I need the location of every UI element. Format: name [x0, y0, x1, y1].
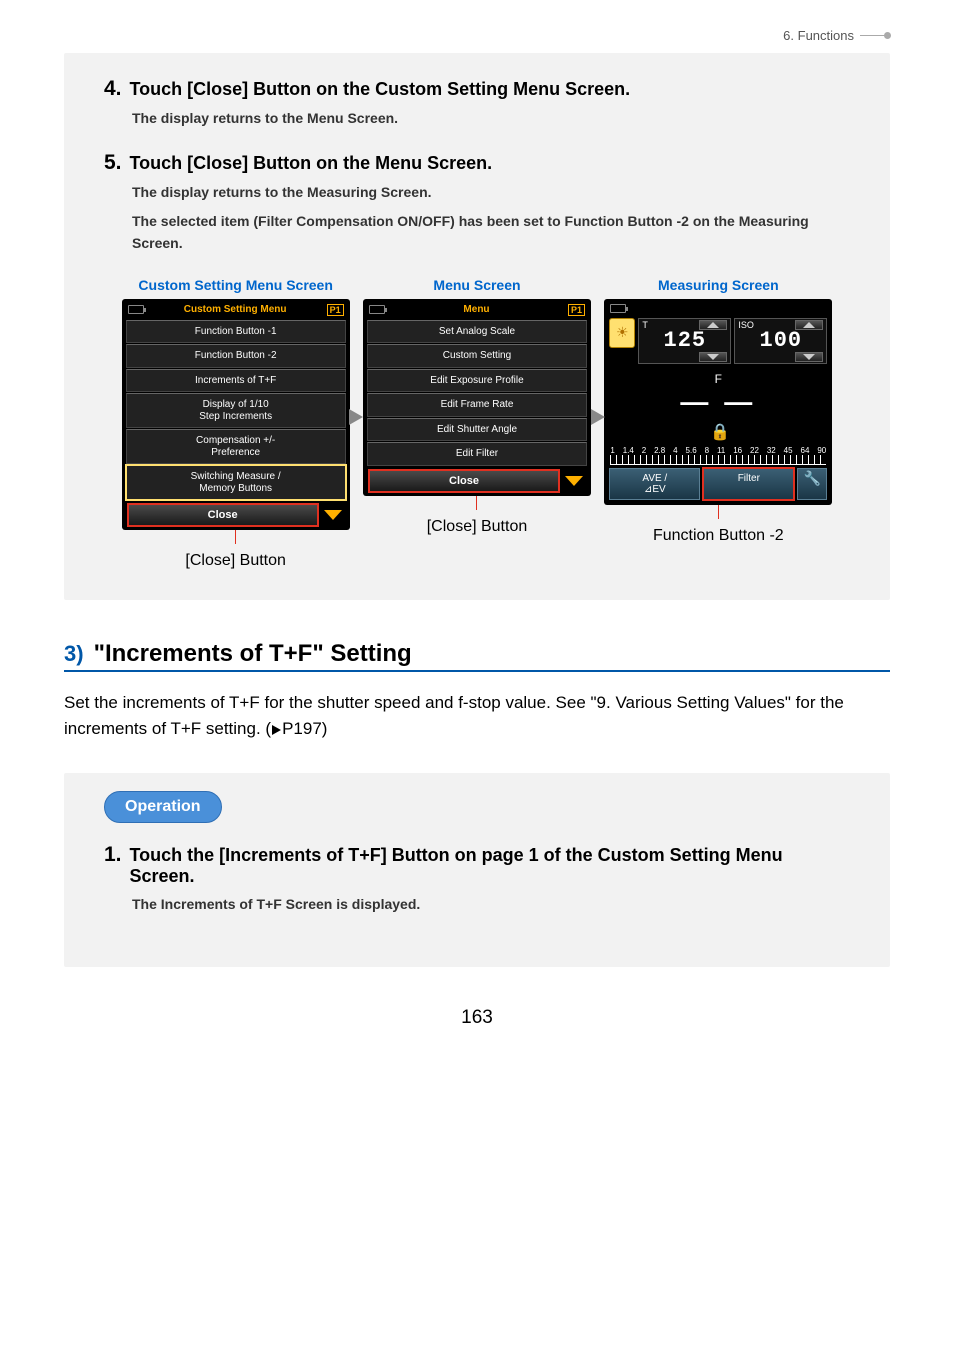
page-ref-arrow-icon [272, 725, 281, 735]
menu-item[interactable]: Compensation +/- Preference [126, 429, 346, 464]
menu-item[interactable]: Increments of T+F [126, 369, 346, 393]
leader-line [476, 496, 477, 510]
step-number: 5. [104, 151, 122, 175]
leader-line [235, 530, 236, 544]
instruction-block-a: 4. Touch [Close] Button on the Custom Se… [64, 53, 890, 600]
step-title: Touch [Close] Button on the Custom Setti… [130, 79, 631, 100]
section-3-body: Set the increments of T+F for the shutte… [64, 690, 890, 743]
iso-box: ISO 100 [734, 318, 827, 364]
measuring-screen: ☀ T 125 [604, 299, 832, 505]
screen-title: Custom Setting Menu [184, 304, 287, 315]
section-number: 3) [64, 641, 84, 667]
step-body-line: The selected item (Filter Compensation O… [132, 210, 850, 255]
menu-item[interactable]: Function Button -1 [126, 320, 346, 344]
settings-button[interactable]: 🔧 [797, 468, 827, 500]
battery-icon [610, 304, 626, 313]
below-label: [Close] Button [345, 518, 608, 536]
f-value: — — [612, 386, 824, 418]
below-label: Function Button -2 [587, 527, 850, 545]
step-body-line: The Increments of T+F Screen is displaye… [132, 893, 850, 915]
step-number: 1. [104, 843, 122, 867]
header-rule [860, 35, 890, 36]
menu-item-highlight[interactable]: Switching Measure / Memory Buttons [126, 465, 346, 500]
step-4: 4. Touch [Close] Button on the Custom Se… [104, 77, 850, 129]
function-button-1[interactable]: AVE / ⊿EV [609, 468, 700, 500]
shutter-label: T [642, 320, 648, 330]
screen-caption: Measuring Screen [587, 277, 850, 293]
step-title: Touch the [Increments of T+F] Button on … [130, 845, 850, 887]
menu-item[interactable]: Edit Exposure Profile [367, 369, 587, 393]
chapter-label: 6. Functions [783, 28, 854, 43]
operation-badge: Operation [104, 791, 222, 823]
menu-item[interactable]: Display of 1/10 Step Increments [126, 393, 346, 428]
flow-arrow-icon [591, 409, 605, 425]
menu-screen: Menu P1 Set Analog Scale Custom Setting … [363, 299, 591, 496]
menu-item[interactable]: Edit Shutter Angle [367, 418, 587, 442]
instruction-block-b: Operation 1. Touch the [Increments of T+… [64, 773, 890, 967]
iso-label: ISO [738, 320, 754, 330]
iso-down-button[interactable] [795, 352, 823, 362]
close-button[interactable]: Close [128, 504, 318, 526]
function-button-2[interactable]: Filter [703, 468, 794, 500]
section-title: "Increments of T+F" Setting [94, 640, 412, 668]
measuring-screen-col: Measuring Screen ☀ T 125 [587, 277, 850, 545]
screen-caption: Menu Screen [345, 277, 608, 293]
menu-item[interactable]: Function Button -2 [126, 344, 346, 368]
screen-title: Menu [463, 304, 489, 315]
flow-arrow-icon [349, 409, 363, 425]
battery-icon [369, 305, 385, 314]
close-button[interactable]: Close [369, 470, 559, 492]
custom-setting-screen: Custom Setting Menu P1 Function Button -… [122, 299, 350, 531]
page-indicator: P1 [568, 304, 585, 316]
iso-value: 100 [738, 330, 823, 352]
lock-icon: 🔒 [616, 422, 824, 442]
page-indicator: P1 [327, 304, 344, 316]
battery-icon [128, 305, 144, 314]
step-body-line: The display returns to the Measuring Scr… [132, 181, 850, 203]
menu-item[interactable]: Custom Setting [367, 344, 587, 368]
chapter-header: 6. Functions [64, 28, 890, 43]
menu-item[interactable]: Set Analog Scale [367, 320, 587, 344]
analog-scale: 1 1.4 2 2.8 4 5.6 8 11 16 22 32 45 [606, 444, 830, 465]
leader-line [718, 505, 719, 519]
f-label: F [612, 372, 824, 386]
page-down-icon[interactable] [324, 510, 342, 520]
menu-item[interactable]: Edit Filter [367, 442, 587, 466]
custom-setting-screen-col: Custom Setting Menu Screen Custom Settin… [104, 277, 367, 571]
step-body-line: The display returns to the Menu Screen. [132, 107, 850, 129]
step-title: Touch [Close] Button on the Menu Screen. [130, 153, 493, 174]
shutter-box: T 125 [638, 318, 731, 364]
page-number: 163 [64, 1007, 890, 1029]
shutter-down-button[interactable] [699, 352, 727, 362]
menu-screen-col: Menu Screen Menu P1 Set Analog Scale Cus… [345, 277, 608, 536]
shutter-value: 125 [642, 330, 727, 352]
wrench-icon: 🔧 [804, 470, 821, 486]
step-5: 5. Touch [Close] Button on the Menu Scre… [104, 151, 850, 254]
screen-caption: Custom Setting Menu Screen [104, 277, 367, 293]
mode-icon[interactable]: ☀ [609, 318, 635, 348]
below-label: [Close] Button [104, 552, 367, 570]
step-number: 4. [104, 77, 122, 101]
page-down-icon[interactable] [565, 476, 583, 486]
section-3-heading: 3) "Increments of T+F" Setting [64, 640, 890, 672]
menu-item[interactable]: Edit Frame Rate [367, 393, 587, 417]
